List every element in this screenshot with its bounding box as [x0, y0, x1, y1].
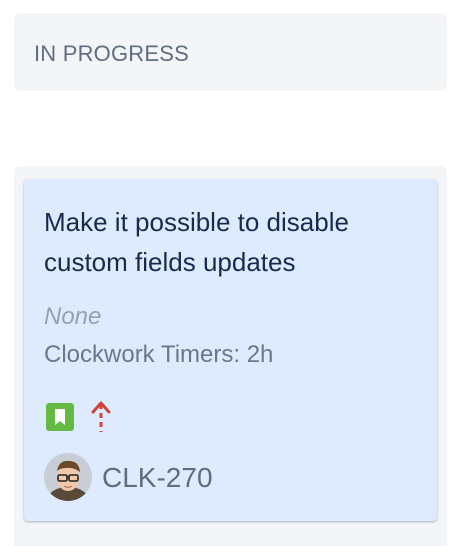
column-title: IN PROGRESS: [34, 41, 190, 66]
card-summary: Make it possible to disable custom field…: [44, 207, 349, 277]
card-field-value: None: [44, 303, 102, 330]
issue-card[interactable]: Make it possible to disable custom field…: [24, 179, 437, 521]
priority-highest-arrow-icon: [91, 401, 111, 432]
bookmark-icon: [46, 403, 74, 431]
column-header: IN PROGRESS: [14, 13, 447, 91]
card-timer: Clockwork Timers: 2h: [44, 341, 274, 368]
user-avatar[interactable]: [44, 453, 92, 501]
issue-key[interactable]: CLK-270: [102, 462, 213, 494]
